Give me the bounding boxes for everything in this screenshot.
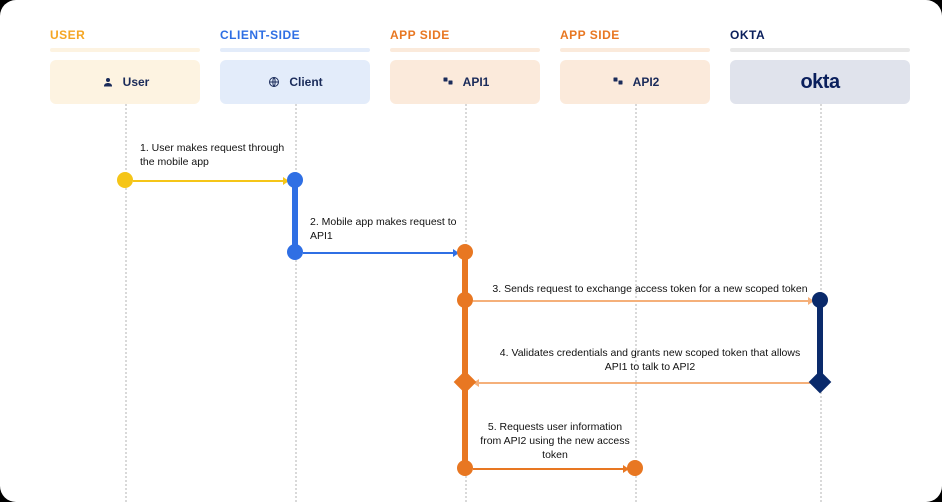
lane-header-user: USER xyxy=(50,28,200,42)
sequence-diagram: USER User CLIENT-SIDE Client APP SIDE AP… xyxy=(0,0,942,502)
node-client-2 xyxy=(287,244,303,260)
lane-rule xyxy=(50,48,200,52)
lane-rule xyxy=(390,48,540,52)
lane-header-api1: APP SIDE xyxy=(390,28,540,42)
step-2-arrow xyxy=(303,252,457,254)
activation-client xyxy=(292,180,298,252)
lifeline-client xyxy=(295,104,297,502)
step-3-arrow xyxy=(473,300,812,302)
lane-header-okta: OKTA xyxy=(730,28,910,42)
lane-box-okta: okta xyxy=(730,60,910,104)
node-user-1 xyxy=(117,172,133,188)
lane-label: Client xyxy=(289,75,322,89)
node-okta-2 xyxy=(809,371,832,394)
okta-logo: okta xyxy=(800,71,839,94)
node-api1-4 xyxy=(457,460,473,476)
step-1-label: 1. User makes request through the mobile… xyxy=(140,141,290,169)
api-icon xyxy=(611,75,625,89)
node-api2-1 xyxy=(627,460,643,476)
lane-box-api2: API2 xyxy=(560,60,710,104)
lane-header-api2: APP SIDE xyxy=(560,28,710,42)
lane-box-client: Client xyxy=(220,60,370,104)
lifeline-api2 xyxy=(635,104,637,502)
activation-api1 xyxy=(462,252,468,468)
node-api1-2 xyxy=(457,292,473,308)
step-5-label: 5. Requests user information from API2 u… xyxy=(480,420,630,463)
step-1-arrow xyxy=(133,180,287,182)
lane-rule xyxy=(730,48,910,52)
lane-header-client: CLIENT-SIDE xyxy=(220,28,370,42)
step-4-arrow xyxy=(473,382,812,384)
lane-label: User xyxy=(123,75,150,89)
globe-icon xyxy=(267,75,281,89)
lane-rule xyxy=(220,48,370,52)
step-3-label: 3. Sends request to exchange access toke… xyxy=(480,282,820,296)
node-api1-3 xyxy=(454,371,477,394)
step-2-label: 2. Mobile app makes request to API1 xyxy=(310,215,460,243)
step-5-arrow xyxy=(473,468,627,470)
node-okta-1 xyxy=(812,292,828,308)
step-4-label: 4. Validates credentials and grants new … xyxy=(490,346,810,374)
node-api1-1 xyxy=(457,244,473,260)
lane-rule xyxy=(560,48,710,52)
user-icon xyxy=(101,75,115,89)
node-client-1 xyxy=(287,172,303,188)
lane-label: API2 xyxy=(633,75,660,89)
api-icon xyxy=(441,75,455,89)
lane-box-user: User xyxy=(50,60,200,104)
lifeline-user xyxy=(125,104,127,502)
lane-box-api1: API1 xyxy=(390,60,540,104)
lane-label: API1 xyxy=(463,75,490,89)
